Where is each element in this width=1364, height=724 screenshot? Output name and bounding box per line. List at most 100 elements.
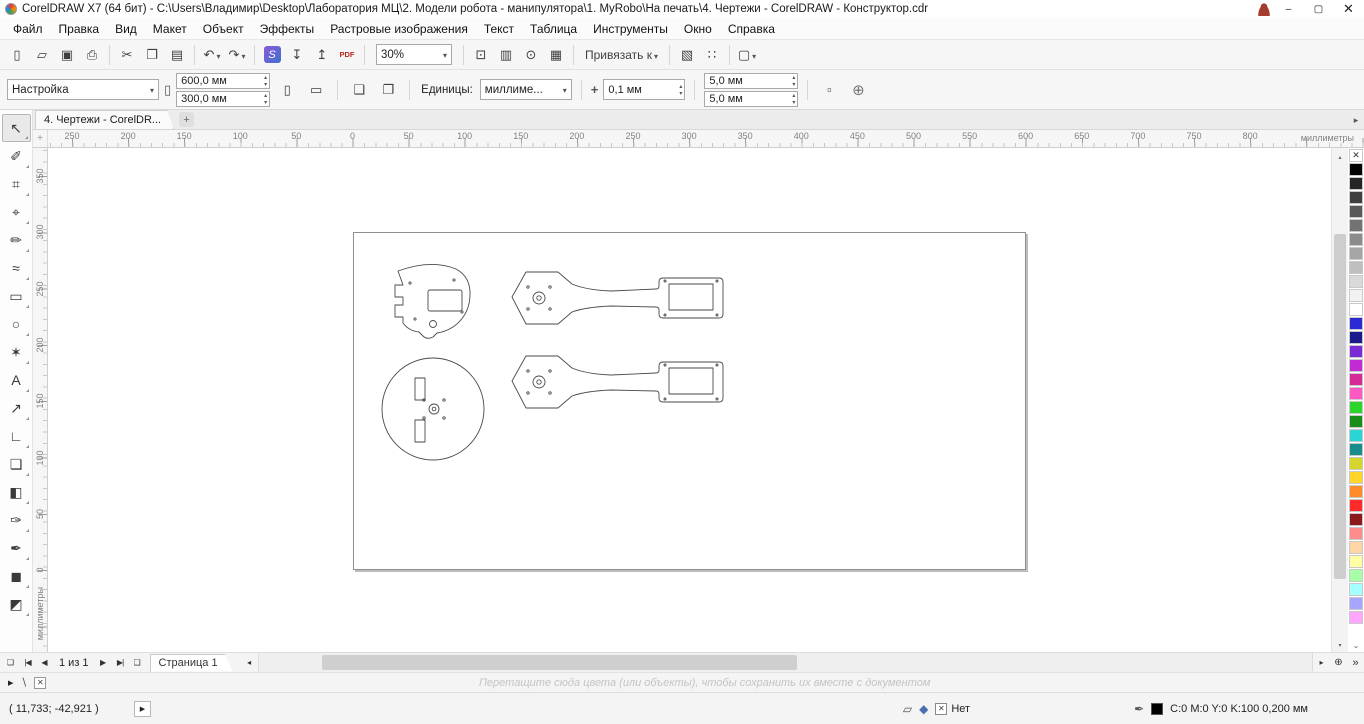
palette-swatch[interactable]	[1349, 555, 1363, 568]
all-pages-button[interactable]	[347, 78, 371, 101]
palette-swatch[interactable]	[1349, 373, 1363, 386]
scroll-left-button[interactable]	[241, 654, 258, 672]
rectangle-tool[interactable]: ▭	[2, 282, 31, 310]
page-preset-combo[interactable]: Настройка	[7, 79, 159, 100]
text-tool[interactable]: А	[2, 366, 31, 394]
page[interactable]	[353, 232, 1026, 570]
horizontal-scrollbar[interactable]	[241, 653, 1330, 672]
palette-swatch[interactable]	[1349, 163, 1363, 176]
page-tab[interactable]: Страница 1	[150, 654, 233, 672]
first-page-button[interactable]	[19, 654, 36, 672]
menu-item-Растровые изображения[interactable]: Растровые изображения	[322, 19, 476, 39]
page-flip-button[interactable]	[2, 654, 19, 672]
eyedropper-icon[interactable]	[20, 676, 27, 689]
menu-item-Макет[interactable]: Макет	[145, 19, 195, 39]
connector-tool[interactable]: ∟	[2, 422, 31, 450]
maximize-button[interactable]	[1306, 1, 1331, 17]
fill-bucket-icon[interactable]	[919, 702, 928, 716]
palette-swatch[interactable]	[1349, 359, 1363, 372]
spinner[interactable]	[792, 74, 795, 88]
artistic-media-tool[interactable]: ≈	[2, 254, 31, 282]
snap-to-button[interactable]: Привязать к	[579, 43, 664, 66]
palette-swatch[interactable]	[1349, 611, 1363, 624]
v-scroll-track[interactable]	[1334, 164, 1346, 636]
toolbar-import-button[interactable]: ↧	[285, 43, 309, 66]
scroll-right-button[interactable]	[1313, 654, 1330, 672]
toolbar-welcome-screen-button[interactable]: ▢	[735, 43, 759, 66]
zoom-tool[interactable]: ⌖	[2, 198, 31, 226]
palette-swatch[interactable]	[1349, 583, 1363, 596]
ruler-origin-button[interactable]	[33, 130, 48, 147]
palette-swatch[interactable]	[1349, 541, 1363, 554]
menu-item-Текст[interactable]: Текст	[476, 19, 522, 39]
fill-indicator[interactable]: Нет	[935, 703, 970, 715]
toolbar-full-screen-preview-button[interactable]: ⊡	[469, 43, 493, 66]
outline-pen-icon[interactable]	[1134, 702, 1144, 716]
toolbar-new-document-button[interactable]: ▯	[5, 43, 29, 66]
palette-swatch[interactable]	[1349, 233, 1363, 246]
toolbar-export-button[interactable]: ↥	[310, 43, 334, 66]
nudge-offset-field[interactable]: 0,1 мм	[603, 79, 685, 100]
palette-swatch[interactable]	[1349, 485, 1363, 498]
palette-swatch[interactable]	[1349, 275, 1363, 288]
toolbar-cut-button[interactable]: ✂	[115, 43, 139, 66]
crop-tool[interactable]: ⌗	[2, 170, 31, 198]
outline-pen-tool[interactable]: ✒	[2, 534, 31, 562]
palette-swatch[interactable]	[1349, 205, 1363, 218]
toolbar-publish-pdf-button[interactable]: PDF	[335, 43, 359, 66]
spinner[interactable]	[264, 92, 267, 106]
freehand-tool[interactable]: ✏	[2, 226, 31, 254]
transparency-tool[interactable]: ◧	[2, 478, 31, 506]
drop-shadow-tool[interactable]: ❏	[2, 450, 31, 478]
menu-item-Эффекты[interactable]: Эффекты	[252, 19, 323, 39]
palette-swatch[interactable]	[1349, 331, 1363, 344]
v-ruler[interactable]: миллиметры 350300250200150100500	[33, 148, 48, 652]
duplicate-x-field[interactable]: 5,0 мм	[704, 73, 798, 89]
page-width-field[interactable]: 600,0 мм	[176, 73, 270, 89]
polygon-tool[interactable]: ✶	[2, 338, 31, 366]
ellipse-tool[interactable]: ○	[2, 310, 31, 338]
palette-swatch[interactable]	[1349, 401, 1363, 414]
palette-swatch[interactable]	[1349, 387, 1363, 400]
palette-swatch[interactable]	[1349, 527, 1363, 540]
object-details-button[interactable]	[134, 701, 151, 717]
no-color-swatch[interactable]: ✕	[1349, 149, 1363, 162]
palette-swatch[interactable]	[1349, 597, 1363, 610]
interactive-fill-tool[interactable]: ◩	[2, 590, 31, 618]
palette-swatch[interactable]	[1349, 443, 1363, 456]
toolbar-show-rulers-button[interactable]: ▥	[494, 43, 518, 66]
fill-tool[interactable]: ◼	[2, 562, 31, 590]
minimize-button[interactable]	[1276, 1, 1301, 17]
color-eyedropper-tool[interactable]: ✑	[2, 506, 31, 534]
v-scroll-thumb[interactable]	[1334, 234, 1346, 579]
palette-swatch[interactable]	[1349, 177, 1363, 190]
close-button[interactable]	[1336, 1, 1361, 17]
palette-swatch[interactable]	[1349, 303, 1363, 316]
prev-page-button[interactable]	[36, 654, 53, 672]
palette-scroll-down-button[interactable]	[1348, 638, 1364, 652]
toolbar-open-button[interactable]: ▱	[30, 43, 54, 66]
last-page-button[interactable]	[112, 654, 129, 672]
toolbar-preview-mode-button[interactable]: ⊙	[519, 43, 543, 66]
no-color-swatch[interactable]	[34, 677, 46, 689]
menu-item-Таблица[interactable]: Таблица	[522, 19, 585, 39]
menu-item-Вид[interactable]: Вид	[107, 19, 145, 39]
palette-swatch[interactable]	[1349, 345, 1363, 358]
toolbar-undo-button[interactable]: ↶	[200, 43, 224, 66]
vertical-scrollbar[interactable]	[1331, 148, 1348, 652]
toolbar-application-launcher-button[interactable]: ∷	[700, 43, 724, 66]
palette-swatch[interactable]	[1349, 219, 1363, 232]
menu-item-Файл[interactable]: Файл	[5, 19, 51, 39]
palette-swatch[interactable]	[1349, 289, 1363, 302]
document-tab[interactable]: 4. Чертежи - CorelDR...	[35, 110, 174, 129]
add-frame-button[interactable]	[846, 78, 870, 101]
add-page-button[interactable]	[129, 654, 146, 672]
menu-item-Объект[interactable]: Объект	[195, 19, 252, 39]
toolbar-search-content-button[interactable]: S	[260, 43, 284, 66]
palette-swatch[interactable]	[1349, 457, 1363, 470]
portrait-button[interactable]	[275, 78, 299, 101]
toolbar-save-button[interactable]: ▣	[55, 43, 79, 66]
tab-scroll-right-button[interactable]	[1348, 111, 1364, 129]
user-account-icon[interactable]	[1257, 3, 1271, 16]
zoom-level-combo[interactable]: 30%	[376, 44, 452, 65]
